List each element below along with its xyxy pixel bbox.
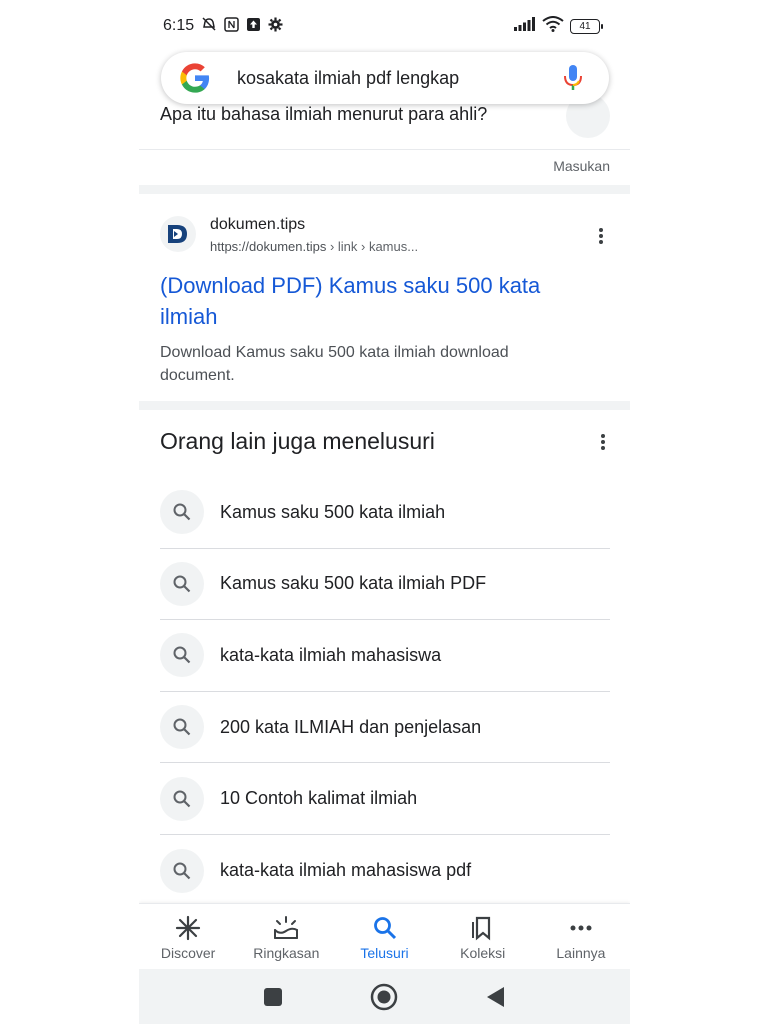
mute-icon — [201, 16, 217, 32]
signal-icon — [514, 17, 536, 36]
system-nav-bar — [139, 969, 630, 1024]
nav-item-telusuri[interactable]: Telusuri — [335, 904, 433, 969]
microphone-icon[interactable] — [561, 64, 585, 92]
search-icon — [160, 848, 204, 893]
google-logo-icon — [180, 63, 210, 93]
result-url: https://dokumen.tips › link › kamus... — [210, 239, 418, 254]
more-horizontal-icon — [567, 914, 595, 942]
result-snippet: Download Kamus saku 500 kata ilmiah down… — [160, 344, 509, 384]
list-item[interactable]: Kamus saku 500 kata ilmiah — [160, 477, 610, 549]
list-item[interactable]: 200 kata ILMIAH dan penjelasan — [160, 692, 610, 764]
phone-screen: 6:15 41 Apa itu bahasa ilmiah menurut pa… — [139, 0, 630, 1024]
list-item[interactable]: 10 Contoh kalimat ilmiah — [160, 763, 610, 835]
nav-item-lainnya[interactable]: Lainnya — [532, 904, 630, 969]
list-item-label: kata-kata ilmiah mahasiswa pdf — [220, 860, 472, 881]
list-item-label: Kamus saku 500 kata ilmiah PDF — [220, 573, 487, 594]
more-vert-icon[interactable] — [592, 226, 610, 246]
search-bar[interactable]: kosakata ilmiah pdf lengkap — [161, 52, 609, 104]
bookmark-icon — [469, 914, 497, 942]
list-item-label: kata-kata ilmiah mahasiswa — [220, 644, 442, 665]
nav-label: Koleksi — [460, 945, 506, 961]
site-favicon — [160, 216, 196, 252]
search-icon — [160, 705, 204, 750]
list-item[interactable]: Kamus saku 500 kata ilmiah PDF — [160, 549, 610, 621]
nav-item-ringkasan[interactable]: Ringkasan — [237, 904, 335, 969]
nav-label: Telusuri — [360, 945, 409, 961]
back-button[interactable] — [481, 983, 509, 1011]
status-time: 6:15 — [163, 17, 195, 34]
search-icon — [160, 776, 204, 821]
feedback-link[interactable]: Masukan — [553, 158, 610, 174]
related-question-text: Apa itu bahasa ilmiah menurut para ahli? — [160, 104, 488, 124]
search-icon — [160, 561, 204, 606]
list-item-label: Kamus saku 500 kata ilmiah — [220, 501, 446, 522]
nav-item-discover[interactable]: Discover — [139, 904, 237, 969]
search-icon — [160, 633, 204, 678]
list-item[interactable]: kata-kata ilmiah mahasiswa — [160, 620, 610, 692]
result-site-name: dokumen.tips — [210, 216, 306, 233]
status-bar: 6:15 41 — [139, 0, 630, 52]
nav-item-koleksi[interactable]: Koleksi — [434, 904, 532, 969]
list-item[interactable]: kata-kata ilmiah mahasiswa pdf — [160, 835, 610, 907]
search-input[interactable]: kosakata ilmiah pdf lengkap — [237, 68, 561, 89]
section-divider — [139, 185, 630, 194]
result-url-path: › link › kamus... — [326, 239, 419, 254]
status-left-icons — [201, 16, 283, 32]
more-vert-icon[interactable] — [594, 432, 612, 452]
gear-icon — [267, 16, 283, 32]
nav-label: Lainnya — [556, 945, 606, 961]
asterisk-icon — [174, 914, 202, 942]
recents-button[interactable] — [259, 983, 287, 1011]
wifi-icon — [542, 16, 564, 37]
people-also-search-title: Orang lain juga menelusuri — [160, 428, 435, 454]
search-icon — [160, 490, 204, 535]
section-divider — [139, 401, 630, 410]
nav-label: Ringkasan — [253, 945, 320, 961]
list-item-label: 200 kata ILMIAH dan penjelasan — [220, 716, 482, 737]
upload-icon — [245, 16, 261, 32]
sunrise-icon — [272, 914, 300, 942]
result-title-link[interactable]: (Download PDF) Kamus saku 500 kata ilmia… — [160, 270, 600, 332]
list-item-label: 10 Contoh kalimat ilmiah — [220, 788, 418, 809]
battery-icon: 41 — [570, 19, 603, 34]
home-button[interactable] — [370, 983, 398, 1011]
people-also-search-list: Kamus saku 500 kata ilmiah Kamus saku 50… — [160, 477, 610, 907]
nav-label: Discover — [160, 945, 216, 961]
result-url-base: https://dokumen.tips — [210, 239, 327, 254]
nfc-icon — [223, 16, 239, 32]
battery-level: 41 — [579, 21, 591, 32]
bottom-nav: Discover Ringkasan Telusuri Koleksi Lain… — [139, 903, 630, 969]
status-right-icons: 41 — [514, 16, 603, 37]
search-icon — [371, 914, 399, 942]
